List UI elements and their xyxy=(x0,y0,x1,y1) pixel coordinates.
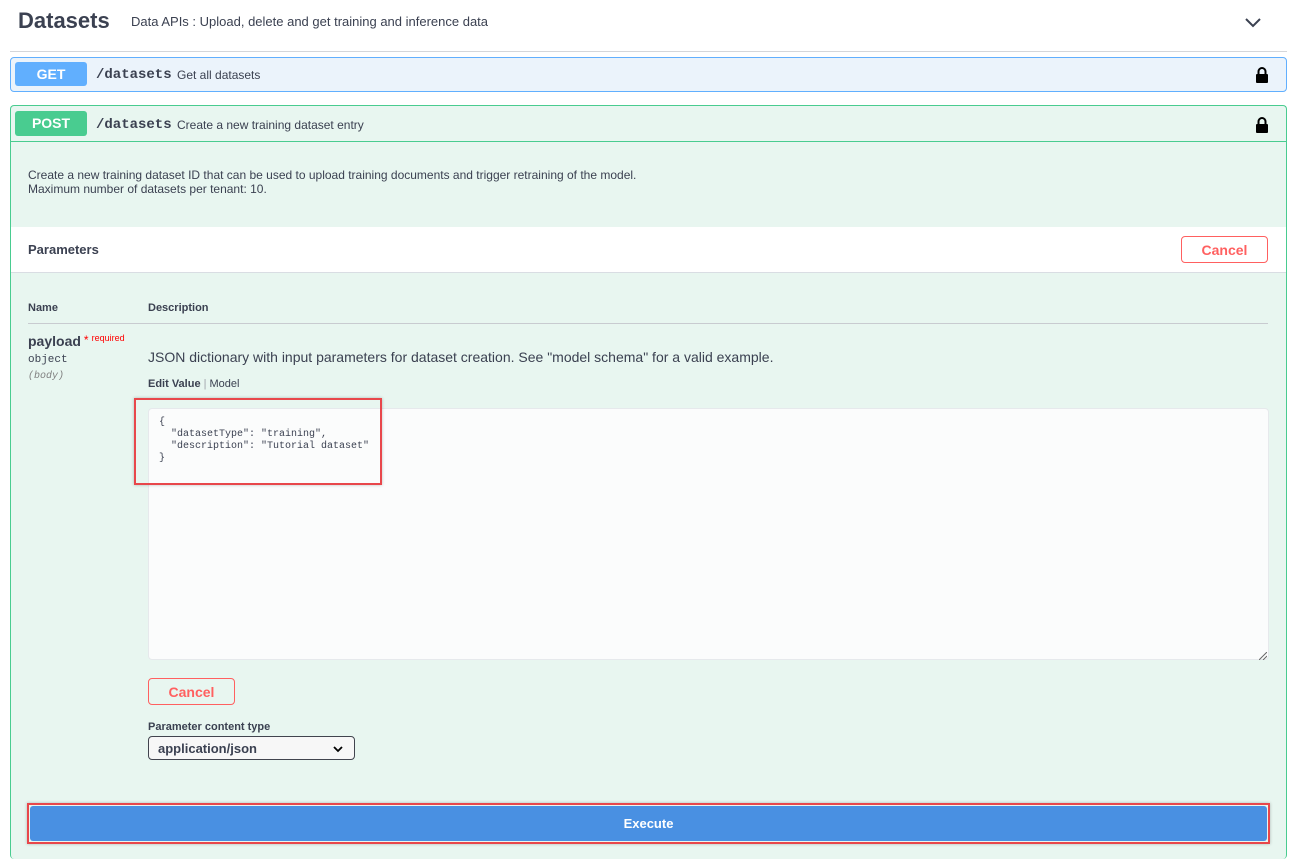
content-type-value: application/json xyxy=(158,741,257,756)
operation-summary-post[interactable]: POST /datasets Create a new training dat… xyxy=(11,106,1286,142)
execute-button[interactable]: Execute xyxy=(30,806,1267,841)
tag-header-datasets[interactable]: Datasets Data APIs : Upload, delete and … xyxy=(10,0,1287,52)
operation-path: /datasets xyxy=(96,67,172,83)
column-header-description: Description xyxy=(148,302,209,314)
operation-summary-get[interactable]: GET /datasets Get all datasets xyxy=(11,58,1286,92)
parameter-description: JSON dictionary with input parameters fo… xyxy=(148,349,774,365)
required-star: * xyxy=(83,333,89,347)
tag-description: Data APIs : Upload, delete and get train… xyxy=(131,14,489,29)
description-line: Create a new training dataset ID that ca… xyxy=(28,168,637,182)
content-type-label: Parameter content type xyxy=(148,721,271,733)
tag-title: Datasets xyxy=(18,8,110,33)
content-type-select[interactable]: application/json xyxy=(148,736,355,760)
lock-icon[interactable] xyxy=(1255,66,1269,84)
parameters-title: Parameters xyxy=(28,242,99,257)
operation-summary-text: Get all datasets xyxy=(177,68,261,82)
request-body-editor[interactable]: { "datasetType": "training", "descriptio… xyxy=(148,408,1269,660)
resize-grip-icon[interactable] xyxy=(1259,652,1267,660)
tab-model[interactable]: Model xyxy=(209,378,239,390)
parameter-name-text: payload xyxy=(28,333,81,349)
operation-get-datasets: GET /datasets Get all datasets xyxy=(10,57,1287,92)
lock-icon[interactable] xyxy=(1255,116,1269,134)
operation-post-datasets: POST /datasets Create a new training dat… xyxy=(10,105,1287,859)
tab-separator: | xyxy=(203,378,207,390)
operation-description: Create a new training dataset ID that ca… xyxy=(28,168,636,196)
parameters-header: Parameters Cancel xyxy=(11,227,1286,273)
operation-summary-text: Create a new training dataset entry xyxy=(177,118,364,132)
parameter-location: (body) xyxy=(28,371,65,382)
parameter-type: object xyxy=(28,354,68,366)
cancel-button[interactable]: Cancel xyxy=(148,678,235,705)
operation-path: /datasets xyxy=(96,117,172,133)
divider xyxy=(28,323,1268,324)
tab-edit-value[interactable]: Edit Value xyxy=(148,378,201,390)
parameter-name: payload * required xyxy=(28,333,125,349)
required-label: required xyxy=(91,333,125,343)
chevron-down-icon xyxy=(333,746,343,753)
method-badge-get: GET xyxy=(15,62,87,86)
method-badge-post: POST xyxy=(15,111,87,136)
chevron-down-icon[interactable] xyxy=(1243,12,1263,32)
cancel-try-out-button[interactable]: Cancel xyxy=(1181,236,1268,263)
description-line: Maximum number of datasets per tenant: 1… xyxy=(28,182,267,196)
column-header-name: Name xyxy=(28,302,58,314)
body-tabs: Edit Value | Model xyxy=(148,378,239,390)
